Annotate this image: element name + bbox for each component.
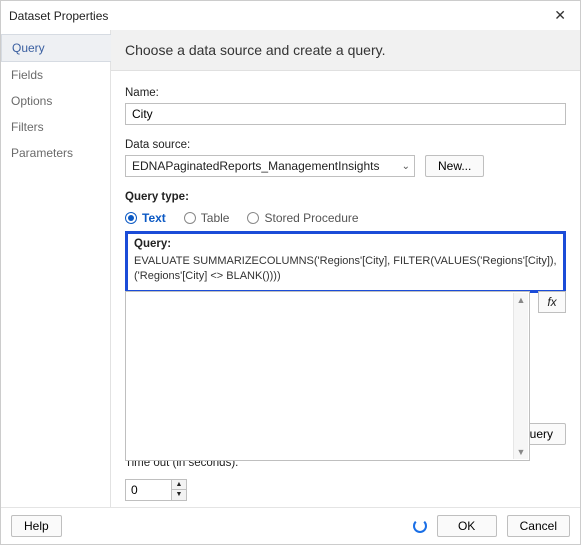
radio-table[interactable]: Table <box>184 211 230 225</box>
query-highlight-box: Query: EVALUATE SUMMARIZECOLUMNS('Region… <box>125 231 566 293</box>
radio-text[interactable]: Text <box>125 211 166 225</box>
query-preview-text: EVALUATE SUMMARIZECOLUMNS('Regions'[City… <box>134 254 557 284</box>
stepper-up-icon[interactable]: ▲ <box>172 480 186 490</box>
sidebar-item-query[interactable]: Query <box>1 34 111 62</box>
stepper-down-icon[interactable]: ▼ <box>172 490 186 500</box>
window-title: Dataset Properties <box>9 9 108 23</box>
scroll-down-icon[interactable]: ▼ <box>514 445 528 459</box>
sidebar-item-fields[interactable]: Fields <box>1 62 110 88</box>
help-button[interactable]: Help <box>11 515 62 537</box>
cancel-button[interactable]: Cancel <box>507 515 570 537</box>
new-button[interactable]: New... <box>425 155 484 177</box>
query-type-label: Query type: <box>125 191 566 203</box>
radio-stored-procedure[interactable]: Stored Procedure <box>247 211 358 225</box>
sidebar-item-filters[interactable]: Filters <box>1 114 110 140</box>
radio-icon <box>184 212 196 224</box>
footer: Help OK Cancel <box>1 507 580 544</box>
name-label: Name: <box>125 87 566 99</box>
radio-icon <box>125 212 137 224</box>
data-source-value: EDNAPaginatedReports_ManagementInsights <box>132 159 379 173</box>
query-textarea[interactable]: ▲ ▼ <box>125 291 530 461</box>
data-source-label: Data source: <box>125 139 566 151</box>
timeout-input[interactable] <box>125 479 171 501</box>
radio-icon <box>247 212 259 224</box>
name-input[interactable] <box>125 103 566 125</box>
close-icon[interactable]: ✕ <box>550 7 570 24</box>
data-source-dropdown[interactable]: EDNAPaginatedReports_ManagementInsights … <box>125 155 415 177</box>
sidebar-item-parameters[interactable]: Parameters <box>1 140 110 166</box>
query-label: Query: <box>134 238 557 250</box>
scrollbar[interactable]: ▲ ▼ <box>513 293 528 459</box>
title-bar: Dataset Properties ✕ <box>1 1 580 30</box>
timeout-stepper[interactable]: ▲ ▼ <box>125 479 187 501</box>
chevron-down-icon: ⌄ <box>402 161 410 172</box>
page-heading: Choose a data source and create a query. <box>111 30 580 71</box>
sidebar: Query Fields Options Filters Parameters <box>1 30 111 507</box>
expression-button[interactable]: fx <box>538 291 566 313</box>
loading-spinner-icon <box>413 519 427 533</box>
scroll-up-icon[interactable]: ▲ <box>514 293 528 307</box>
sidebar-item-options[interactable]: Options <box>1 88 110 114</box>
ok-button[interactable]: OK <box>437 515 497 537</box>
